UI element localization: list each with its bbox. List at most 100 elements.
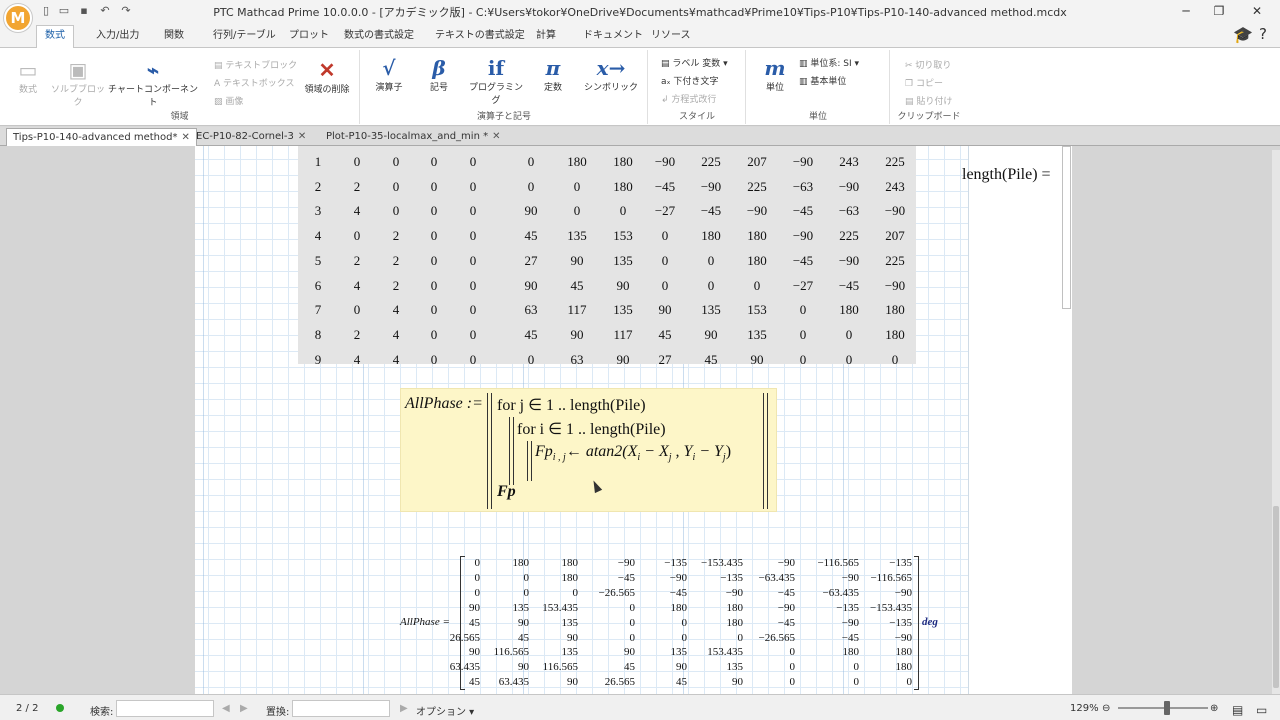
tab-calculation[interactable]: 計算 [528, 27, 564, 48]
tab-plots[interactable]: プロット [281, 27, 337, 48]
next-result-icon[interactable]: ▶ [240, 703, 248, 714]
tab-input-output[interactable]: 入力/出力 [88, 27, 147, 48]
matrix-table-cell: 0 [573, 203, 581, 219]
label-variable-label: ラベル 変数 [672, 59, 721, 69]
help-icon[interactable]: ? [1259, 25, 1267, 43]
programming-button[interactable]: if プログラミング [465, 56, 527, 106]
matrix-table-cell: 0 [799, 351, 807, 367]
tab-resources[interactable]: リソース [643, 27, 699, 48]
solve-block-button[interactable]: ▣ ソルブブロック [50, 58, 106, 108]
region-scrollbar[interactable] [1062, 146, 1071, 309]
zoom-out-icon[interactable]: ⊖ [1102, 703, 1110, 714]
unit-system-select[interactable]: ▥ 単位系: SI ▾ [799, 56, 859, 69]
tab-text-formatting[interactable]: テキストの書式設定 [427, 27, 533, 48]
graduation-cap-icon[interactable]: 🎓 [1233, 25, 1253, 44]
equation-break-button[interactable]: ↲ 方程式改行 [661, 92, 716, 105]
result-cell: 90 [676, 661, 687, 674]
zoom-slider[interactable] [1118, 707, 1208, 709]
subscript-button[interactable]: aₓ 下付き文字 [661, 74, 718, 87]
tab-matrices-tables[interactable]: 行列/テーブル [205, 27, 284, 48]
draft-view-icon[interactable]: ▭ [1256, 703, 1267, 717]
doc-tab-advanced-method[interactable]: Tips-P10-140-advanced method* ✕ [6, 128, 197, 146]
constants-button[interactable]: π 定数 [531, 56, 575, 93]
matrix-table-cell: 0 [707, 252, 715, 268]
tab-math-formatting[interactable]: 数式の書式設定 [336, 27, 422, 48]
symbolics-arrow-icon: x→ [596, 56, 626, 80]
tab-functions[interactable]: 関数 [156, 27, 192, 48]
prev-result-icon[interactable]: ◀ [222, 703, 230, 714]
result-cell: −135 [664, 557, 687, 569]
delete-region-button[interactable]: ✕ 領域の削除 [298, 58, 356, 95]
subscript-label: 下付き文字 [673, 77, 719, 87]
doc-tab-cornel[interactable]: EC-P10-82-Cornel-3 ✕ [190, 128, 312, 146]
matrix-table-cell: 7 [314, 302, 322, 318]
allphase-program-region[interactable]: AllPhase := for j ∈ 1 .. length(Pile) fo… [400, 388, 777, 512]
program-lhs: AllPhase := [405, 395, 483, 412]
mathcad-logo-icon[interactable]: M [4, 4, 32, 32]
matrix-table-cell: −90 [884, 203, 906, 219]
text-box-button[interactable]: A テキストボックス [214, 76, 295, 89]
matrix-table-cell: 117 [567, 302, 587, 318]
restore-button[interactable]: ❐ [1204, 2, 1234, 20]
replace-icon[interactable]: ▶ [400, 703, 408, 714]
page-view-icon[interactable]: ▤ [1232, 703, 1243, 717]
label-variable-select[interactable]: ▤ ラベル 変数 ▾ [661, 56, 728, 69]
symbols-button[interactable]: β 記号 [417, 56, 461, 93]
matrix-table-cell: 0 [753, 277, 761, 293]
matrix-table-cell: −27 [654, 203, 676, 219]
close-tab-icon[interactable]: ✕ [181, 132, 189, 143]
result-cell: 90 [732, 676, 743, 689]
image-label: 画像 [225, 97, 244, 107]
matrix-table-cell: 0 [799, 326, 807, 342]
zoom-slider-thumb[interactable] [1164, 701, 1170, 715]
matrix-table-cell: 27 [658, 351, 672, 367]
unit-deg[interactable]: deg [922, 616, 938, 628]
matrix-table-cell: −90 [838, 178, 860, 194]
allphase-result-region[interactable]: AllPhase = 0 180 180 −90 −135 −153.435 −90 −116… [400, 554, 960, 694]
close-tab-icon[interactable]: ✕ [298, 131, 306, 142]
right-margin [968, 146, 1072, 694]
matrix-table-cell: −45 [792, 252, 814, 268]
options-button[interactable]: オプション ▾ [416, 703, 474, 718]
symbolics-button[interactable]: x→ シンボリック [579, 56, 643, 93]
operators-button[interactable]: √ 演算子 [367, 56, 411, 93]
matrix-table-cell: −45 [654, 178, 676, 194]
zoom-in-icon[interactable]: ⊕ [1210, 703, 1218, 714]
result-cell: −90 [841, 616, 859, 629]
cut-button[interactable]: ✂ 切り取り [905, 58, 951, 71]
image-button[interactable]: ▨ 画像 [214, 94, 243, 107]
matrix-table-cell: 6 [314, 277, 322, 293]
matrix-table-cell: 63 [570, 351, 584, 367]
text-block-button[interactable]: ▤ テキストブロック [214, 58, 297, 71]
matrix-table-cell: 90 [570, 252, 584, 268]
result-cell: 180 [895, 661, 913, 674]
chart-component-button[interactable]: ⌁ チャートコンポーネント [108, 58, 198, 108]
tab-document[interactable]: ドキュメント [575, 27, 651, 48]
search-input[interactable] [116, 700, 214, 717]
close-tab-icon[interactable]: ✕ [492, 131, 500, 142]
base-units-button[interactable]: ▥ 基本単位 [799, 74, 846, 87]
paste-button[interactable]: ▤ 貼り付け [905, 94, 952, 107]
units-button[interactable]: m 単位 [753, 56, 797, 93]
matrix-table-cell: −90 [838, 252, 860, 268]
tab-math[interactable]: 数式 [36, 25, 74, 49]
minimize-button[interactable]: ─ [1171, 2, 1201, 20]
matrix-table-cell: 45 [704, 351, 718, 367]
matrix-table-cell: 0 [469, 252, 477, 268]
math-region-label: 数式 [18, 85, 37, 95]
replace-input[interactable] [292, 700, 390, 717]
length-evaluation[interactable]: length(Pile) = [962, 166, 1051, 184]
math-region-button[interactable]: ▭ 数式 [8, 58, 48, 95]
vertical-scrollbar-thumb[interactable] [1273, 506, 1279, 688]
matrix-table-cell: 0 [392, 178, 400, 194]
result-cell: −135 [720, 571, 743, 584]
worksheet-page[interactable]: 1 0 0 0 0 0 180 180 −90 225 207 −90 243 225 2 2 0 0 0 0 0 180… [195, 146, 1072, 694]
matrix-table-cell: 0 [619, 203, 627, 219]
matrix-table-cell: 4 [353, 203, 361, 219]
close-button[interactable]: ✕ [1242, 2, 1272, 20]
doc-tab-localmax[interactable]: Plot-P10-35-localmax_and_min * ✕ [320, 128, 506, 146]
result-cell: −90 [777, 601, 795, 614]
matrix-table-cell: 207 [885, 228, 905, 244]
result-cell: −90 [894, 631, 912, 644]
copy-button[interactable]: ❐ コピー [905, 76, 943, 89]
